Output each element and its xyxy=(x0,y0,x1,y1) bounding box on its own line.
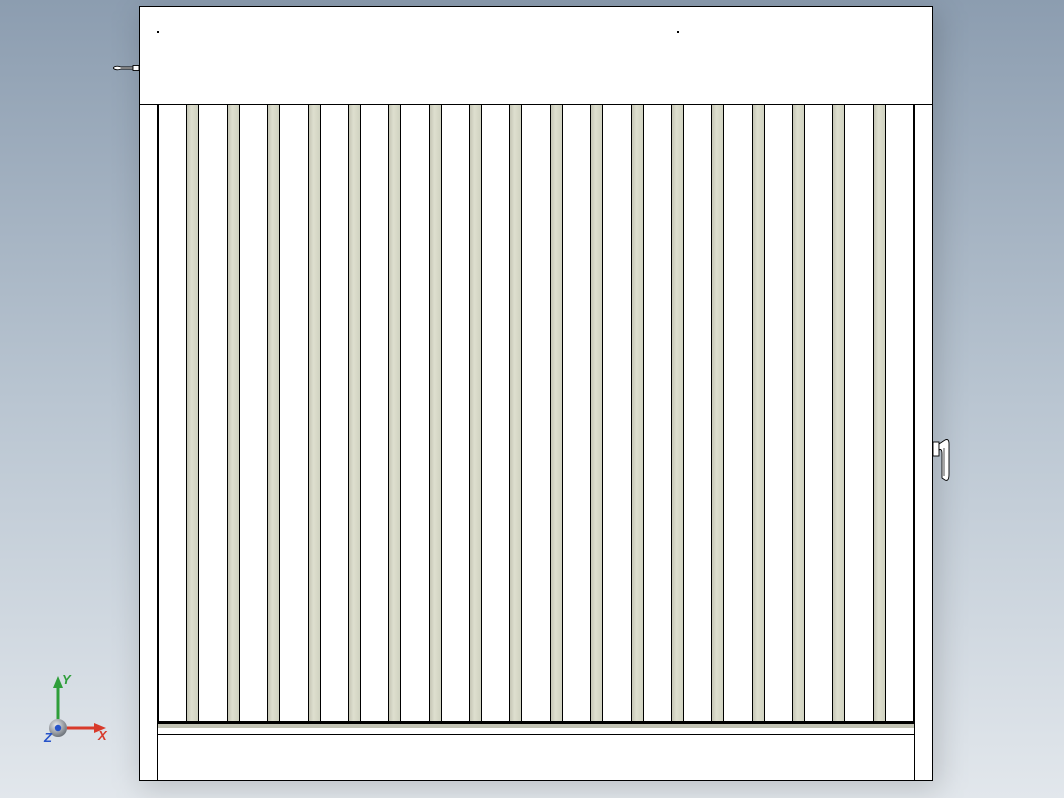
slat-gap xyxy=(644,105,671,721)
slat-bar xyxy=(429,105,442,721)
slat-gap xyxy=(159,105,186,721)
reference-point xyxy=(157,31,159,33)
axis-y[interactable]: Y xyxy=(53,672,72,719)
slat-bar xyxy=(752,105,765,721)
slat-bar xyxy=(388,105,401,721)
slat-gap xyxy=(401,105,428,721)
slats-array xyxy=(159,105,913,721)
slat-gap xyxy=(522,105,549,721)
cad-viewport[interactable]: Y X Z xyxy=(0,0,1064,798)
slat-bar xyxy=(267,105,280,721)
slat-bar xyxy=(348,105,361,721)
slat-gap xyxy=(886,105,913,721)
frame-edge-line xyxy=(158,734,914,735)
slat-gap xyxy=(603,105,630,721)
reference-point xyxy=(677,31,679,33)
slat-gap xyxy=(724,105,751,721)
slat-gap xyxy=(684,105,711,721)
slat-gap xyxy=(805,105,832,721)
frame-edge-line xyxy=(158,721,914,722)
side-rail-right xyxy=(913,105,932,721)
slat-gap xyxy=(280,105,307,721)
rail-edge xyxy=(157,105,158,780)
slat-gap xyxy=(442,105,469,721)
slat-gap xyxy=(361,105,388,721)
door-panel-model[interactable] xyxy=(139,6,933,781)
slat-gap xyxy=(321,105,348,721)
panel-bottom-frame xyxy=(158,721,914,781)
slat-bar xyxy=(792,105,805,721)
axis-z-label: Z xyxy=(43,730,53,745)
rail-edge xyxy=(914,105,915,780)
slat-bar xyxy=(671,105,684,721)
slat-gap xyxy=(765,105,792,721)
slat-bar xyxy=(873,105,886,721)
axis-triad[interactable]: Y X Z xyxy=(36,670,116,750)
latch-left xyxy=(113,63,139,71)
axis-y-label: Y xyxy=(62,672,72,687)
slat-gap xyxy=(845,105,872,721)
slat-bar xyxy=(509,105,522,721)
slat-gap xyxy=(240,105,267,721)
slat-gap xyxy=(199,105,226,721)
slat-bar xyxy=(308,105,321,721)
slat-bar xyxy=(631,105,644,721)
panel-top-band xyxy=(140,7,932,105)
slat-bar xyxy=(227,105,240,721)
axis-x-label: X xyxy=(97,728,108,743)
slat-bar xyxy=(590,105,603,721)
frame-grey-strip xyxy=(158,724,914,728)
slat-bar xyxy=(186,105,199,721)
slat-gap xyxy=(563,105,590,721)
slat-bar xyxy=(711,105,724,721)
latch-right xyxy=(933,434,955,486)
slat-gap xyxy=(482,105,509,721)
slat-bar xyxy=(832,105,845,721)
slat-bar xyxy=(550,105,563,721)
slat-region xyxy=(140,105,932,721)
slat-bar xyxy=(469,105,482,721)
axis-x[interactable]: X xyxy=(67,723,108,743)
